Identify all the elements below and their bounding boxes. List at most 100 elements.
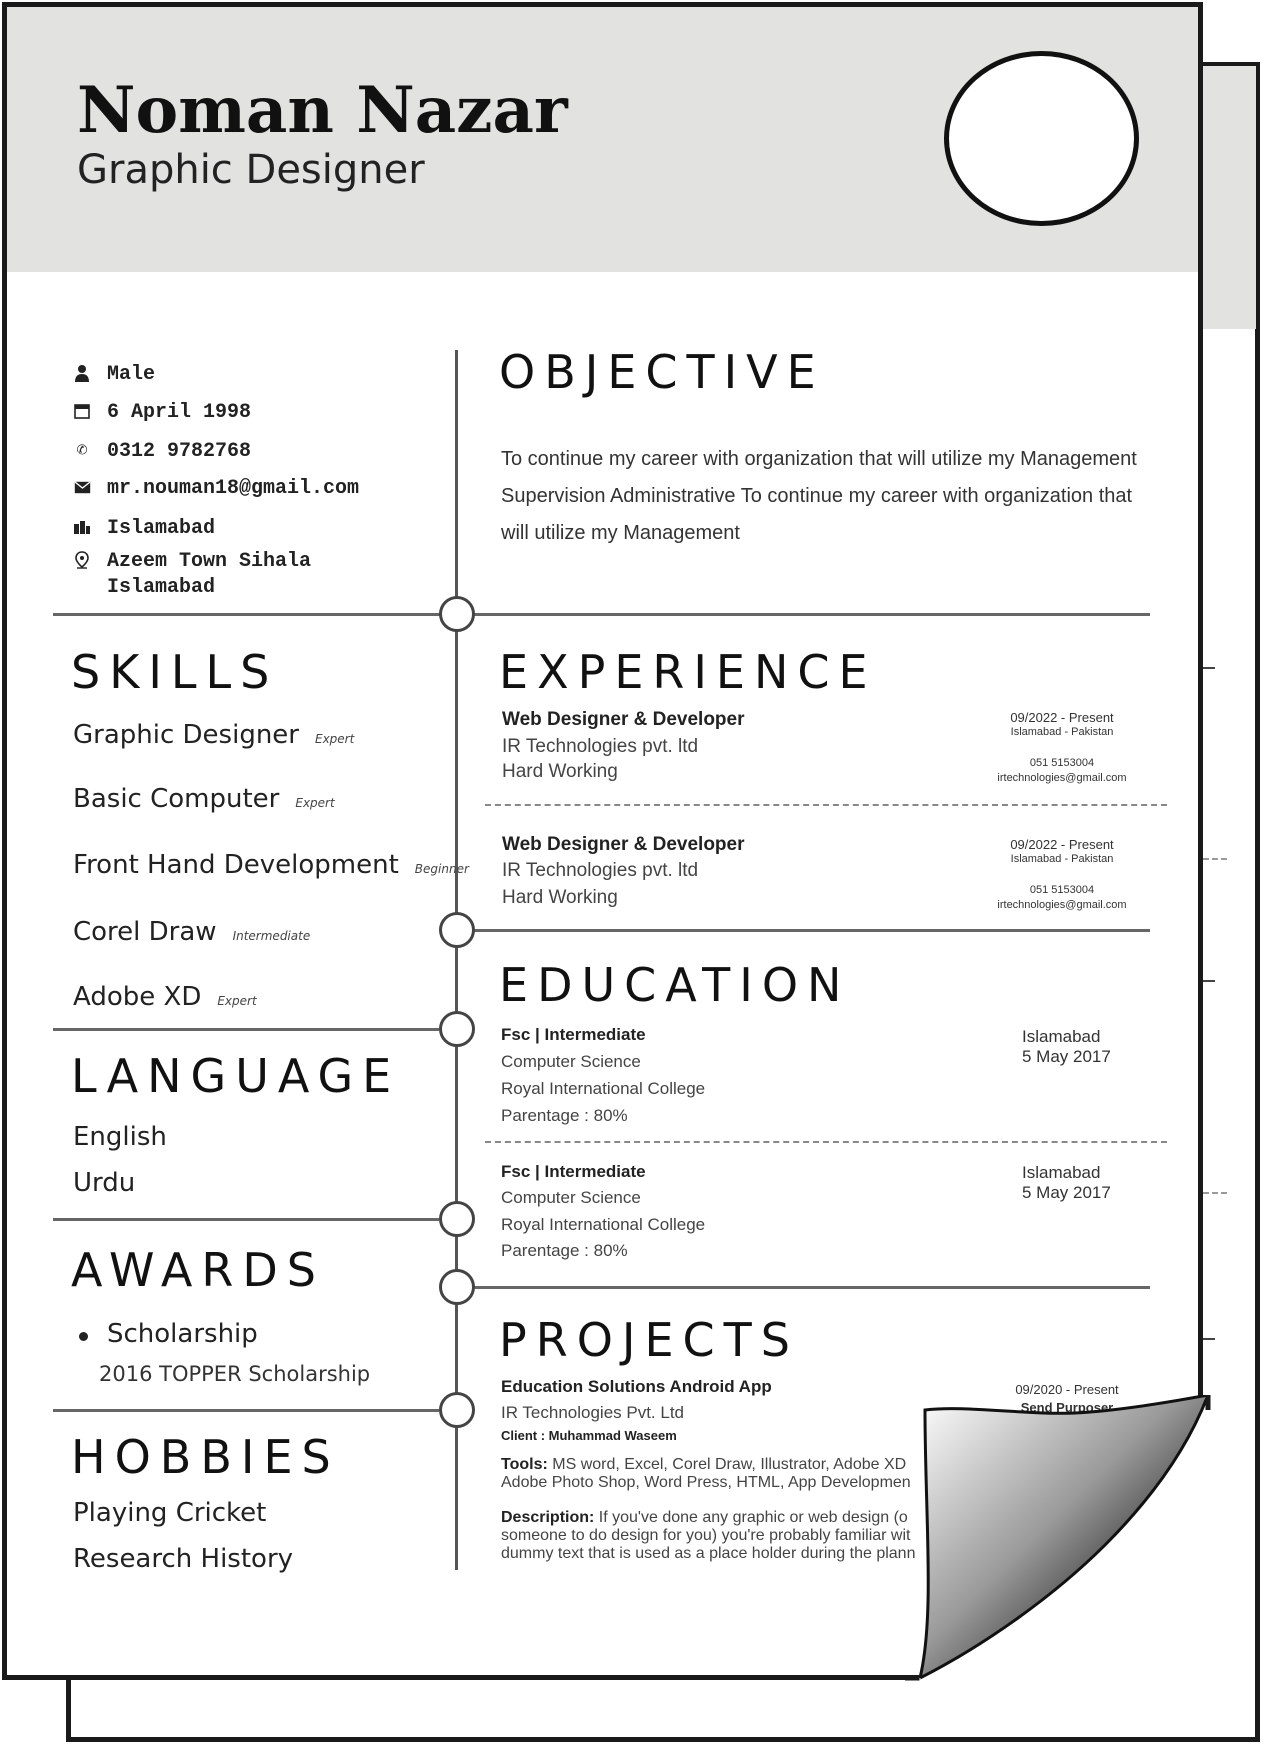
calendar-icon [71,400,93,422]
skill-name: Graphic Designer [73,720,299,750]
edu-city: Islamabad [1022,1163,1101,1182]
skill-level: Expert [217,994,257,1008]
back-page-edge [1255,1560,1260,1742]
user-icon [71,362,93,384]
dashed-separator [485,1141,1167,1143]
location-pin-icon [71,549,93,571]
skill-item: Corel Draw Intermediate [73,917,310,947]
back-page-tick [1203,1338,1215,1340]
mail-icon [71,476,93,498]
candidate-role: Graphic Designer [77,147,425,193]
contact-text: 0312 9782768 [107,440,252,463]
divider [53,1218,439,1221]
language-title: LANGUAGE [71,1049,401,1103]
projects-title: PROJECTS [499,1313,799,1367]
job-title: Web Designer & Developer [502,709,745,730]
bullet-icon [79,1332,88,1341]
contact-phone: ✆ 0312 9782768 [71,439,251,465]
project-description: Description: If you've done any graphic … [501,1509,941,1563]
contact-text: Male [107,363,156,386]
skill-level: Expert [295,796,335,810]
skill-name: Basic Computer [73,784,280,814]
job-company: IR Technologies pvt. ltd [502,736,699,757]
award-name: Scholarship [107,1319,258,1349]
skill-item: Front Hand Development Beginner [73,850,469,880]
job-phone: 051 5153004 [1029,884,1095,896]
project-company: IR Technologies Pvt. Ltd [501,1403,685,1422]
experience-title: EXPERIENCE [499,645,877,699]
job-location: Islamabad - Pakistan [1010,726,1114,738]
job-note: Hard Working [502,887,618,908]
skills-title: SKILLS [71,645,279,699]
city-icon [71,516,93,538]
edu-degree: Fsc | Intermediate [501,1025,646,1044]
edu-city: Islamabad [1022,1027,1101,1046]
job-title: Web Designer & Developer [502,834,745,855]
awards-title: AWARDS [71,1243,325,1297]
job-phone: 051 5153004 [1029,757,1095,769]
project-name: Education Solutions Android App [501,1377,772,1396]
back-page-edge [66,1737,1260,1742]
profile-photo-placeholder [944,51,1139,226]
divider [473,929,1150,932]
tools-label: Tools: [501,1456,548,1473]
back-page-tick [1203,980,1215,982]
timeline-node [439,1011,475,1047]
edu-school: Royal International College [501,1079,706,1098]
edu-date: 5 May 2017 [1022,1047,1111,1066]
divider [473,1286,1150,1289]
edu-grade: Parentage : 80% [501,1241,628,1260]
timeline-node [439,912,475,948]
back-page-tick [1203,667,1215,669]
timeline-line [455,350,458,1570]
edu-field: Computer Science [501,1052,641,1071]
project-client: Client : Muhammad Waseem [501,1428,677,1443]
contact-gender: Male [71,362,155,388]
skill-item: Basic Computer Expert [73,784,335,814]
description-label: Description: [501,1509,595,1526]
skill-level: Beginner [414,862,469,876]
skill-level: Expert [315,732,355,746]
award-detail: 2016 TOPPER Scholarship [99,1362,371,1386]
job-company: IR Technologies pvt. ltd [502,860,699,881]
divider [53,1028,439,1031]
phone-icon: ✆ [76,441,88,461]
contact-text: Azeem Town Sihala Islamabad [107,550,312,599]
edu-school: Royal International College [501,1215,706,1234]
job-email: irtechnologies@gmail.com [997,772,1127,784]
timeline-node [439,1269,475,1305]
skill-name: Corel Draw [73,917,217,947]
contact-text: 6 April 1998 [107,401,252,424]
skill-name: Adobe XD [73,982,202,1012]
contact-text: mr.nouman18@gmail.com [107,477,360,500]
candidate-name: Noman Nazar [77,73,568,148]
job-note: Hard Working [502,761,618,782]
project-tools: Tools: MS word, Excel, Corel Draw, Illus… [501,1456,941,1492]
back-page-dash [1203,858,1227,860]
objective-text: To continue my career with organization … [501,448,1137,544]
language-item: English [73,1122,167,1152]
timeline-node [439,1201,475,1237]
edu-degree: Fsc | Intermediate [501,1162,646,1181]
objective-title: OBJECTIVE [499,345,825,399]
dashed-separator [485,804,1167,806]
contact-text: Islamabad [107,517,216,540]
tools-text: MS word, Excel, Corel Draw, Illustrator,… [501,1456,911,1491]
education-title: EDUCATION [499,958,851,1012]
job-location: Islamabad - Pakistan [1010,853,1114,865]
job-dates: 09/2022 - Present [1010,837,1114,852]
skill-name: Front Hand Development [73,850,399,880]
hobby-item: Playing Cricket [73,1498,267,1528]
edu-field: Computer Science [501,1188,641,1207]
contact-email: mr.nouman18@gmail.com [71,476,359,502]
job-dates: 09/2022 - Present [1010,710,1114,725]
timeline-node [439,1392,475,1428]
hobbies-title: HOBBIES [71,1430,340,1484]
edu-date: 5 May 2017 [1022,1183,1111,1202]
timeline-node [439,596,475,632]
divider [53,1409,439,1412]
skill-item: Graphic Designer Expert [73,720,354,750]
job-email: irtechnologies@gmail.com [997,899,1127,911]
language-item: Urdu [73,1168,136,1198]
contact-address: Azeem Town Sihala Islamabad [71,549,311,601]
